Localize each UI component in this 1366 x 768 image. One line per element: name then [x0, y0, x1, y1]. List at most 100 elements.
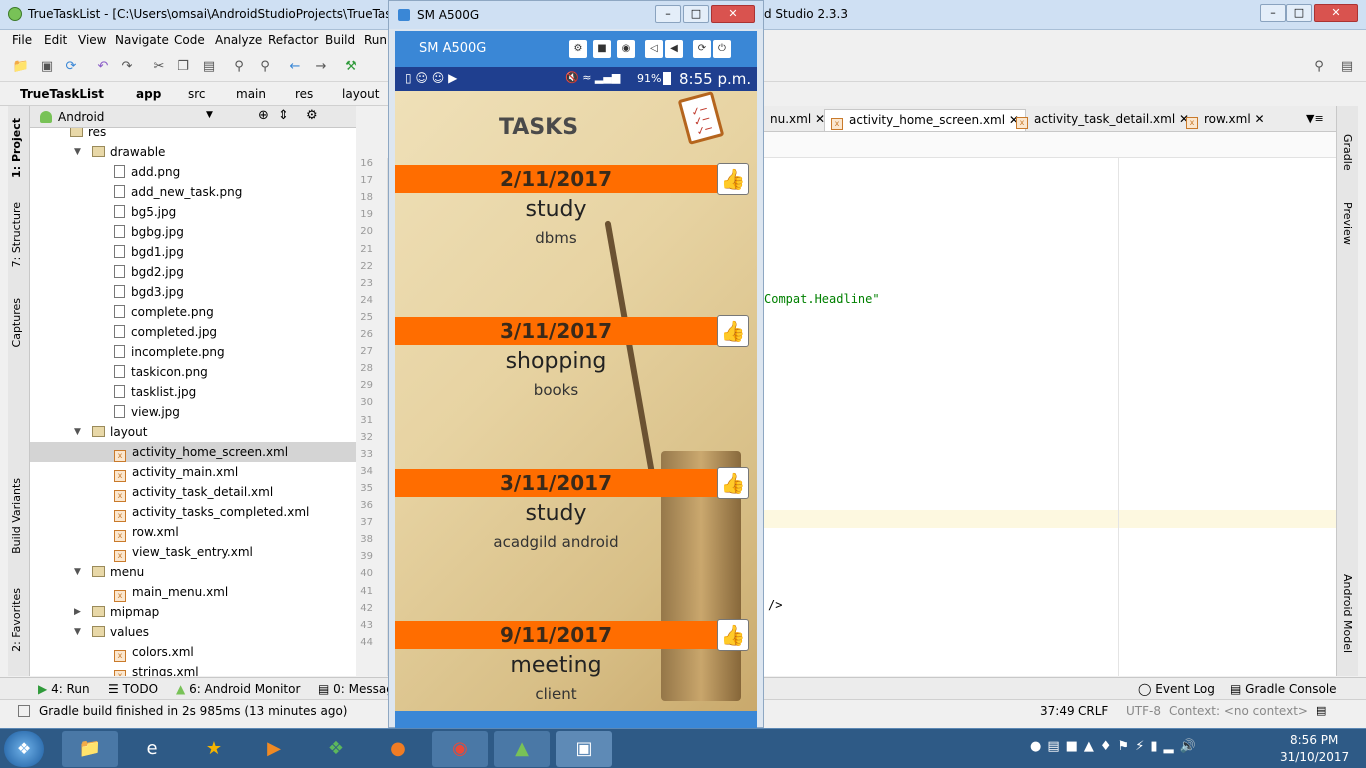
volume-up-icon[interactable]: ◀: [665, 40, 683, 58]
menu-edit[interactable]: Edit: [44, 33, 67, 47]
tree-folder-drawable[interactable]: ▼ drawable: [74, 142, 165, 162]
tree-file[interactable]: add_new_task.png: [114, 182, 242, 202]
chrome-icon[interactable]: ◉: [432, 731, 488, 767]
tab-menu-xml[interactable]: nu.xml ✕: [764, 109, 831, 131]
breadcrumb-app[interactable]: app: [136, 87, 161, 101]
gear-icon[interactable]: ⚙: [306, 108, 318, 123]
thumbs-up-icon[interactable]: 👍: [717, 619, 749, 651]
tool-tab-gradle[interactable]: Gradle: [1341, 134, 1354, 171]
power-icon[interactable]: ⏻: [713, 40, 731, 58]
rotate-icon[interactable]: ⟳: [693, 40, 711, 58]
settings-icon[interactable]: ⚙: [569, 40, 587, 58]
tree-file[interactable]: taskicon.png: [114, 362, 208, 382]
lock-icon[interactable]: ▤: [1316, 704, 1326, 717]
tree-file[interactable]: x activity_task_detail.xml: [114, 482, 273, 502]
tool-tab-project[interactable]: 1: Project: [10, 118, 23, 178]
system-tray-icons[interactable]: ●▤■▲♦⚑⚡▮▂🔊: [1030, 739, 1202, 754]
expand-arrow-icon[interactable]: ▼: [74, 562, 81, 582]
thumbs-up-icon[interactable]: 👍: [717, 315, 749, 347]
context-indicator[interactable]: Context: <no context>: [1169, 704, 1308, 718]
tree-file[interactable]: tasklist.jpg: [114, 382, 196, 402]
code-editor[interactable]: Compat.Headline" />: [764, 158, 1336, 676]
menu-view[interactable]: View: [78, 33, 106, 47]
firefox-icon[interactable]: ●: [370, 731, 426, 767]
expand-arrow-icon[interactable]: ▼: [74, 622, 81, 642]
menu-refactor[interactable]: Refactor: [268, 33, 318, 47]
close-icon[interactable]: ✕: [1255, 112, 1265, 126]
collapse-icon[interactable]: ⇕: [278, 108, 289, 123]
tree-file[interactable]: bgd1.jpg: [114, 242, 184, 262]
collapsed-arrow-icon[interactable]: ▶: [74, 602, 81, 622]
expand-arrow-icon[interactable]: ▼: [74, 422, 81, 442]
volume-down-icon[interactable]: ◁: [645, 40, 663, 58]
tree-folder-menu[interactable]: ▼ menu: [74, 562, 144, 582]
tree-file[interactable]: complete.png: [114, 302, 214, 322]
tree-folder-res[interactable]: res: [70, 128, 106, 142]
chevron-down-icon[interactable]: ▼: [206, 110, 213, 120]
menu-code[interactable]: Code: [174, 33, 205, 47]
make-project-icon[interactable]: ⚒: [342, 58, 360, 76]
tree-file[interactable]: x view_task_entry.xml: [114, 542, 253, 562]
menu-file[interactable]: File: [12, 33, 32, 47]
status-toggle-icon[interactable]: [18, 705, 30, 717]
tool-tab-preview[interactable]: Preview: [1341, 202, 1354, 245]
tool-tab-todo[interactable]: ☰ TODO: [108, 682, 158, 696]
emulator-minimize-button[interactable]: –: [655, 5, 681, 23]
target-icon[interactable]: ⊕: [258, 108, 269, 123]
tool-tab-android-model[interactable]: Android Model: [1341, 574, 1354, 653]
search-everywhere-icon[interactable]: ⚲: [1310, 58, 1328, 76]
tree-file[interactable]: incomplete.png: [114, 342, 225, 362]
cut-icon[interactable]: ✂: [150, 58, 168, 76]
menu-build[interactable]: Build: [325, 33, 355, 47]
tool-tab-messages[interactable]: ▤ 0: Messag: [318, 682, 394, 696]
colorful-app-icon[interactable]: ❖: [308, 731, 364, 767]
breadcrumb-project[interactable]: TrueTaskList: [20, 87, 104, 101]
tool-tab-gradle-console[interactable]: ▤ Gradle Console: [1230, 682, 1337, 696]
file-explorer-icon[interactable]: 📁: [62, 731, 118, 767]
tree-file-selected[interactable]: x activity_home_screen.xml: [30, 442, 356, 462]
thumbs-up-icon[interactable]: 👍: [717, 163, 749, 195]
tool-tab-build-variants[interactable]: Build Variants: [10, 478, 23, 554]
star-app-icon[interactable]: ★: [186, 731, 242, 767]
thumbs-up-icon[interactable]: 👍: [717, 467, 749, 499]
tree-folder-values[interactable]: ▼ values: [74, 622, 149, 642]
tree-file[interactable]: x activity_main.xml: [114, 462, 238, 482]
emulator-close-button[interactable]: ✕: [711, 5, 755, 23]
line-separator[interactable]: CRLF: [1078, 704, 1108, 718]
breadcrumb-layout[interactable]: layout: [342, 87, 379, 101]
tree-folder-layout[interactable]: ▼ layout: [74, 422, 147, 442]
minimize-button[interactable]: –: [1260, 4, 1286, 22]
help-icon[interactable]: ▤: [1338, 58, 1356, 76]
tab-activity-home-screen[interactable]: x activity_home_screen.xml ✕: [824, 109, 1026, 131]
tree-file[interactable]: x main_menu.xml: [114, 582, 228, 602]
breadcrumb-src[interactable]: src: [188, 87, 206, 101]
tool-tab-captures[interactable]: Captures: [10, 298, 23, 347]
menu-run[interactable]: Run: [364, 33, 387, 47]
android-studio-taskbar-icon[interactable]: ▲: [494, 731, 550, 767]
back-icon[interactable]: ←: [286, 58, 304, 76]
redo-icon[interactable]: ↷: [118, 58, 136, 76]
tab-overflow-icon[interactable]: ▼≡: [1306, 112, 1324, 125]
maximize-button[interactable]: □: [1286, 4, 1312, 22]
find-icon[interactable]: ⚲: [230, 58, 248, 76]
taskbar-clock-date[interactable]: 31/10/2017: [1280, 750, 1349, 764]
tree-file[interactable]: add.png: [114, 162, 180, 182]
taskbar-clock-time[interactable]: 8:56 PM: [1290, 733, 1338, 747]
forward-icon[interactable]: →: [312, 58, 330, 76]
emulator-maximize-button[interactable]: □: [683, 5, 709, 23]
video-icon[interactable]: ■: [593, 40, 611, 58]
menu-analyze[interactable]: Analyze: [215, 33, 262, 47]
tree-file[interactable]: bgbg.jpg: [114, 222, 184, 242]
tab-activity-task-detail[interactable]: x activity_task_detail.xml ✕: [1010, 109, 1195, 131]
tree-file[interactable]: x activity_tasks_completed.xml: [114, 502, 309, 522]
tree-file[interactable]: view.jpg: [114, 402, 180, 422]
close-button[interactable]: ✕: [1314, 4, 1358, 22]
sync-icon[interactable]: ⟳: [62, 58, 80, 76]
tool-tab-run[interactable]: ▶ 4: Run: [38, 682, 90, 696]
menu-navigate[interactable]: Navigate: [115, 33, 169, 47]
tree-file[interactable]: x strings.xml: [114, 662, 199, 676]
tab-row-xml[interactable]: x row.xml ✕: [1180, 109, 1271, 131]
camera-icon[interactable]: ◉: [617, 40, 635, 58]
copy-icon[interactable]: ❐: [174, 58, 192, 76]
start-button[interactable]: ❖: [4, 731, 44, 767]
